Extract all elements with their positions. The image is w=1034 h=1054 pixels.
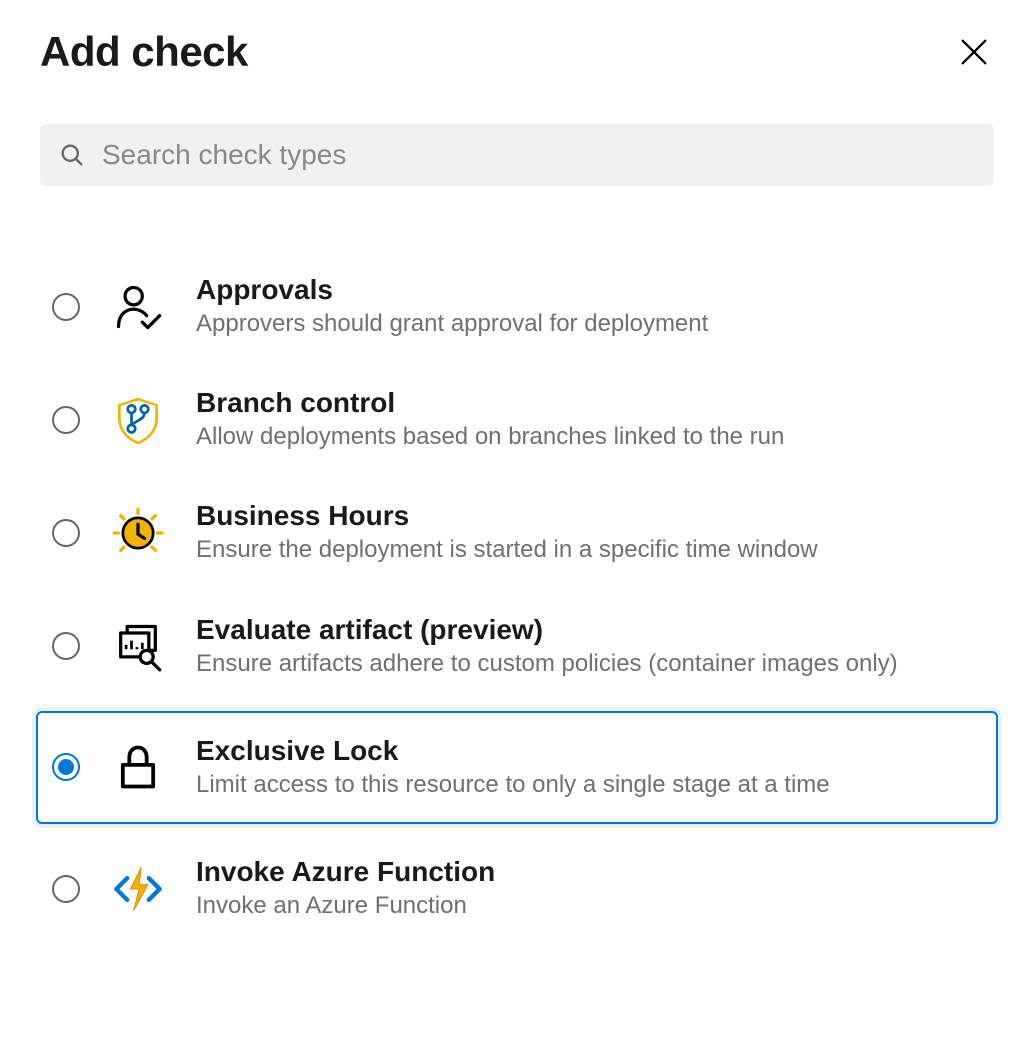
- add-check-panel: Add check Approvals: [0, 0, 1034, 965]
- panel-title: Add check: [40, 28, 248, 76]
- search-box[interactable]: [40, 124, 994, 186]
- branch-shield-icon: [108, 392, 168, 448]
- person-check-icon: [108, 279, 168, 335]
- radio-button[interactable]: [52, 519, 80, 547]
- option-text: Approvals Approvers should grant approva…: [196, 274, 708, 339]
- option-label: Branch control: [196, 387, 784, 419]
- radio-button[interactable]: [52, 753, 80, 781]
- option-label: Exclusive Lock: [196, 735, 830, 767]
- radio-button[interactable]: [52, 406, 80, 434]
- option-text: Exclusive Lock Limit access to this reso…: [196, 735, 830, 800]
- close-button[interactable]: [954, 32, 994, 72]
- check-option-invoke-azure-function[interactable]: Invoke Azure Function Invoke an Azure Fu…: [40, 832, 994, 945]
- clock-sun-icon: [108, 505, 168, 561]
- radio-button[interactable]: [52, 632, 80, 660]
- radio-button[interactable]: [52, 293, 80, 321]
- option-text: Business Hours Ensure the deployment is …: [196, 500, 818, 565]
- option-desc: Invoke an Azure Function: [196, 890, 495, 921]
- check-type-list: Approvals Approvers should grant approva…: [40, 250, 994, 945]
- option-text: Evaluate artifact (preview) Ensure artif…: [196, 614, 898, 679]
- lock-icon: [108, 739, 168, 795]
- artifact-inspect-icon: [108, 618, 168, 674]
- option-text: Branch control Allow deployments based o…: [196, 387, 784, 452]
- search-input[interactable]: [100, 138, 976, 172]
- check-option-business-hours[interactable]: Business Hours Ensure the deployment is …: [40, 476, 994, 589]
- option-desc: Ensure artifacts adhere to custom polici…: [196, 648, 898, 679]
- check-option-exclusive-lock[interactable]: Exclusive Lock Limit access to this reso…: [36, 711, 998, 824]
- option-desc: Limit access to this resource to only a …: [196, 769, 830, 800]
- option-label: Approvals: [196, 274, 708, 306]
- azure-function-icon: [108, 861, 168, 917]
- check-option-approvals[interactable]: Approvals Approvers should grant approva…: [40, 250, 994, 363]
- option-label: Invoke Azure Function: [196, 856, 495, 888]
- option-desc: Ensure the deployment is started in a sp…: [196, 534, 818, 565]
- panel-header: Add check: [40, 28, 994, 76]
- option-desc: Approvers should grant approval for depl…: [196, 308, 708, 339]
- option-text: Invoke Azure Function Invoke an Azure Fu…: [196, 856, 495, 921]
- option-desc: Allow deployments based on branches link…: [196, 421, 784, 452]
- close-icon: [957, 35, 991, 69]
- option-label: Business Hours: [196, 500, 818, 532]
- check-option-evaluate-artifact[interactable]: Evaluate artifact (preview) Ensure artif…: [40, 590, 994, 703]
- option-label: Evaluate artifact (preview): [196, 614, 898, 646]
- radio-button[interactable]: [52, 875, 80, 903]
- search-icon: [58, 141, 86, 169]
- check-option-branch-control[interactable]: Branch control Allow deployments based o…: [40, 363, 994, 476]
